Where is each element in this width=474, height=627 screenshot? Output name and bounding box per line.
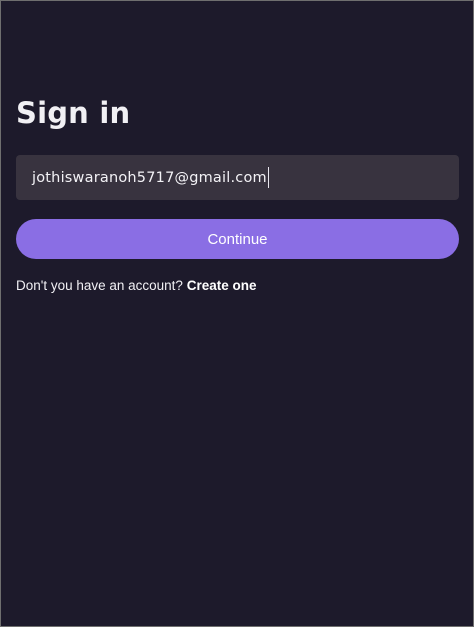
signup-row: Don't you have an account? Create one (16, 277, 257, 295)
continue-button[interactable]: Continue (16, 219, 459, 259)
text-cursor (267, 167, 270, 188)
signup-prompt: Don't you have an account? (16, 278, 183, 293)
email-field-value: jothiswaranoh5717@gmail.com (32, 169, 267, 186)
page-title: Sign in (16, 96, 131, 130)
create-account-link[interactable]: Create one (187, 278, 257, 293)
sign-in-page: Sign in jothiswaranoh5717@gmail.com Cont… (0, 0, 474, 627)
email-field[interactable]: jothiswaranoh5717@gmail.com (16, 155, 459, 200)
